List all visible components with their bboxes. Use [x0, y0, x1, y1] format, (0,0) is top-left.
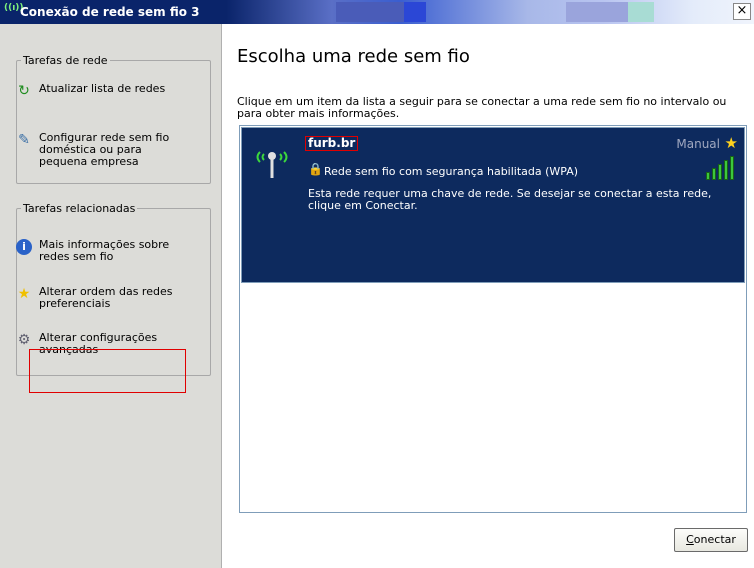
- preferred-star-icon: ★: [724, 134, 738, 152]
- title-bar[interactable]: ((ı)) Conexão de rede sem fio 3 ×: [0, 0, 754, 24]
- sidebar-item-setup-network[interactable]: ✎ Configurar rede sem fio doméstica ou p…: [16, 132, 179, 168]
- sidebar-item-label: Configurar rede sem fio doméstica ou par…: [39, 131, 170, 168]
- connect-button[interactable]: Conectar: [674, 528, 748, 552]
- close-button[interactable]: ×: [733, 3, 751, 20]
- page-title: Escolha uma rede sem fio: [237, 46, 470, 67]
- related-tasks-title: Tarefas relacionadas: [21, 202, 138, 215]
- connect-label: onectar: [693, 533, 736, 546]
- lock-icon: 🔒: [308, 162, 323, 176]
- sidebar-item-label: Atualizar lista de redes: [39, 82, 166, 95]
- connect-accelerator: C: [686, 533, 694, 546]
- network-item[interactable]: furb.br Manual ★ 🔒 Rede sem fio com segu…: [241, 127, 745, 283]
- title-bar-stripe: [628, 2, 654, 22]
- signal-strength-icon: [706, 156, 736, 180]
- wireless-antenna-icon: [256, 151, 288, 178]
- title-bar-stripe: [404, 2, 426, 22]
- sidebar-item-refresh-networks[interactable]: ↻ Atualizar lista de redes: [16, 82, 179, 100]
- network-ssid: furb.br: [305, 136, 359, 151]
- sidebar-item-preferred-order[interactable]: ★ Alterar ordem das redes preferenciais: [16, 286, 179, 310]
- intro-text: Clique em um item da lista a seguir para…: [237, 95, 727, 120]
- sidebar-item-label: Mais informações sobre redes sem fio: [39, 238, 170, 263]
- window-title: Conexão de rede sem fio 3: [20, 5, 200, 19]
- network-list[interactable]: furb.br Manual ★ 🔒 Rede sem fio com segu…: [239, 125, 747, 513]
- highlight-box: [29, 349, 186, 393]
- security-status: Rede sem fio com segurança habilitada (W…: [324, 165, 579, 178]
- main-panel: Escolha uma rede sem fio Clique em um it…: [223, 24, 754, 568]
- network-description: Esta rede requer uma chave de rede. Se d…: [308, 187, 712, 212]
- sidebar: Tarefas de rede ↻ Atualizar lista de red…: [0, 24, 222, 568]
- connection-type: Manual: [676, 137, 720, 151]
- star-icon: ★: [17, 286, 31, 302]
- advanced-settings-icon: ⚙: [17, 332, 31, 348]
- network-tasks-title: Tarefas de rede: [21, 54, 110, 67]
- setup-wizard-icon: ✎: [18, 132, 30, 148]
- title-bar-stripe: [336, 2, 404, 22]
- refresh-icon: ↻: [18, 83, 30, 99]
- sidebar-item-label: Alterar ordem das redes preferenciais: [39, 285, 173, 310]
- sidebar-item-more-info[interactable]: i Mais informações sobre redes sem fio: [16, 239, 179, 263]
- info-icon: i: [16, 239, 32, 255]
- title-bar-stripe: [566, 2, 628, 22]
